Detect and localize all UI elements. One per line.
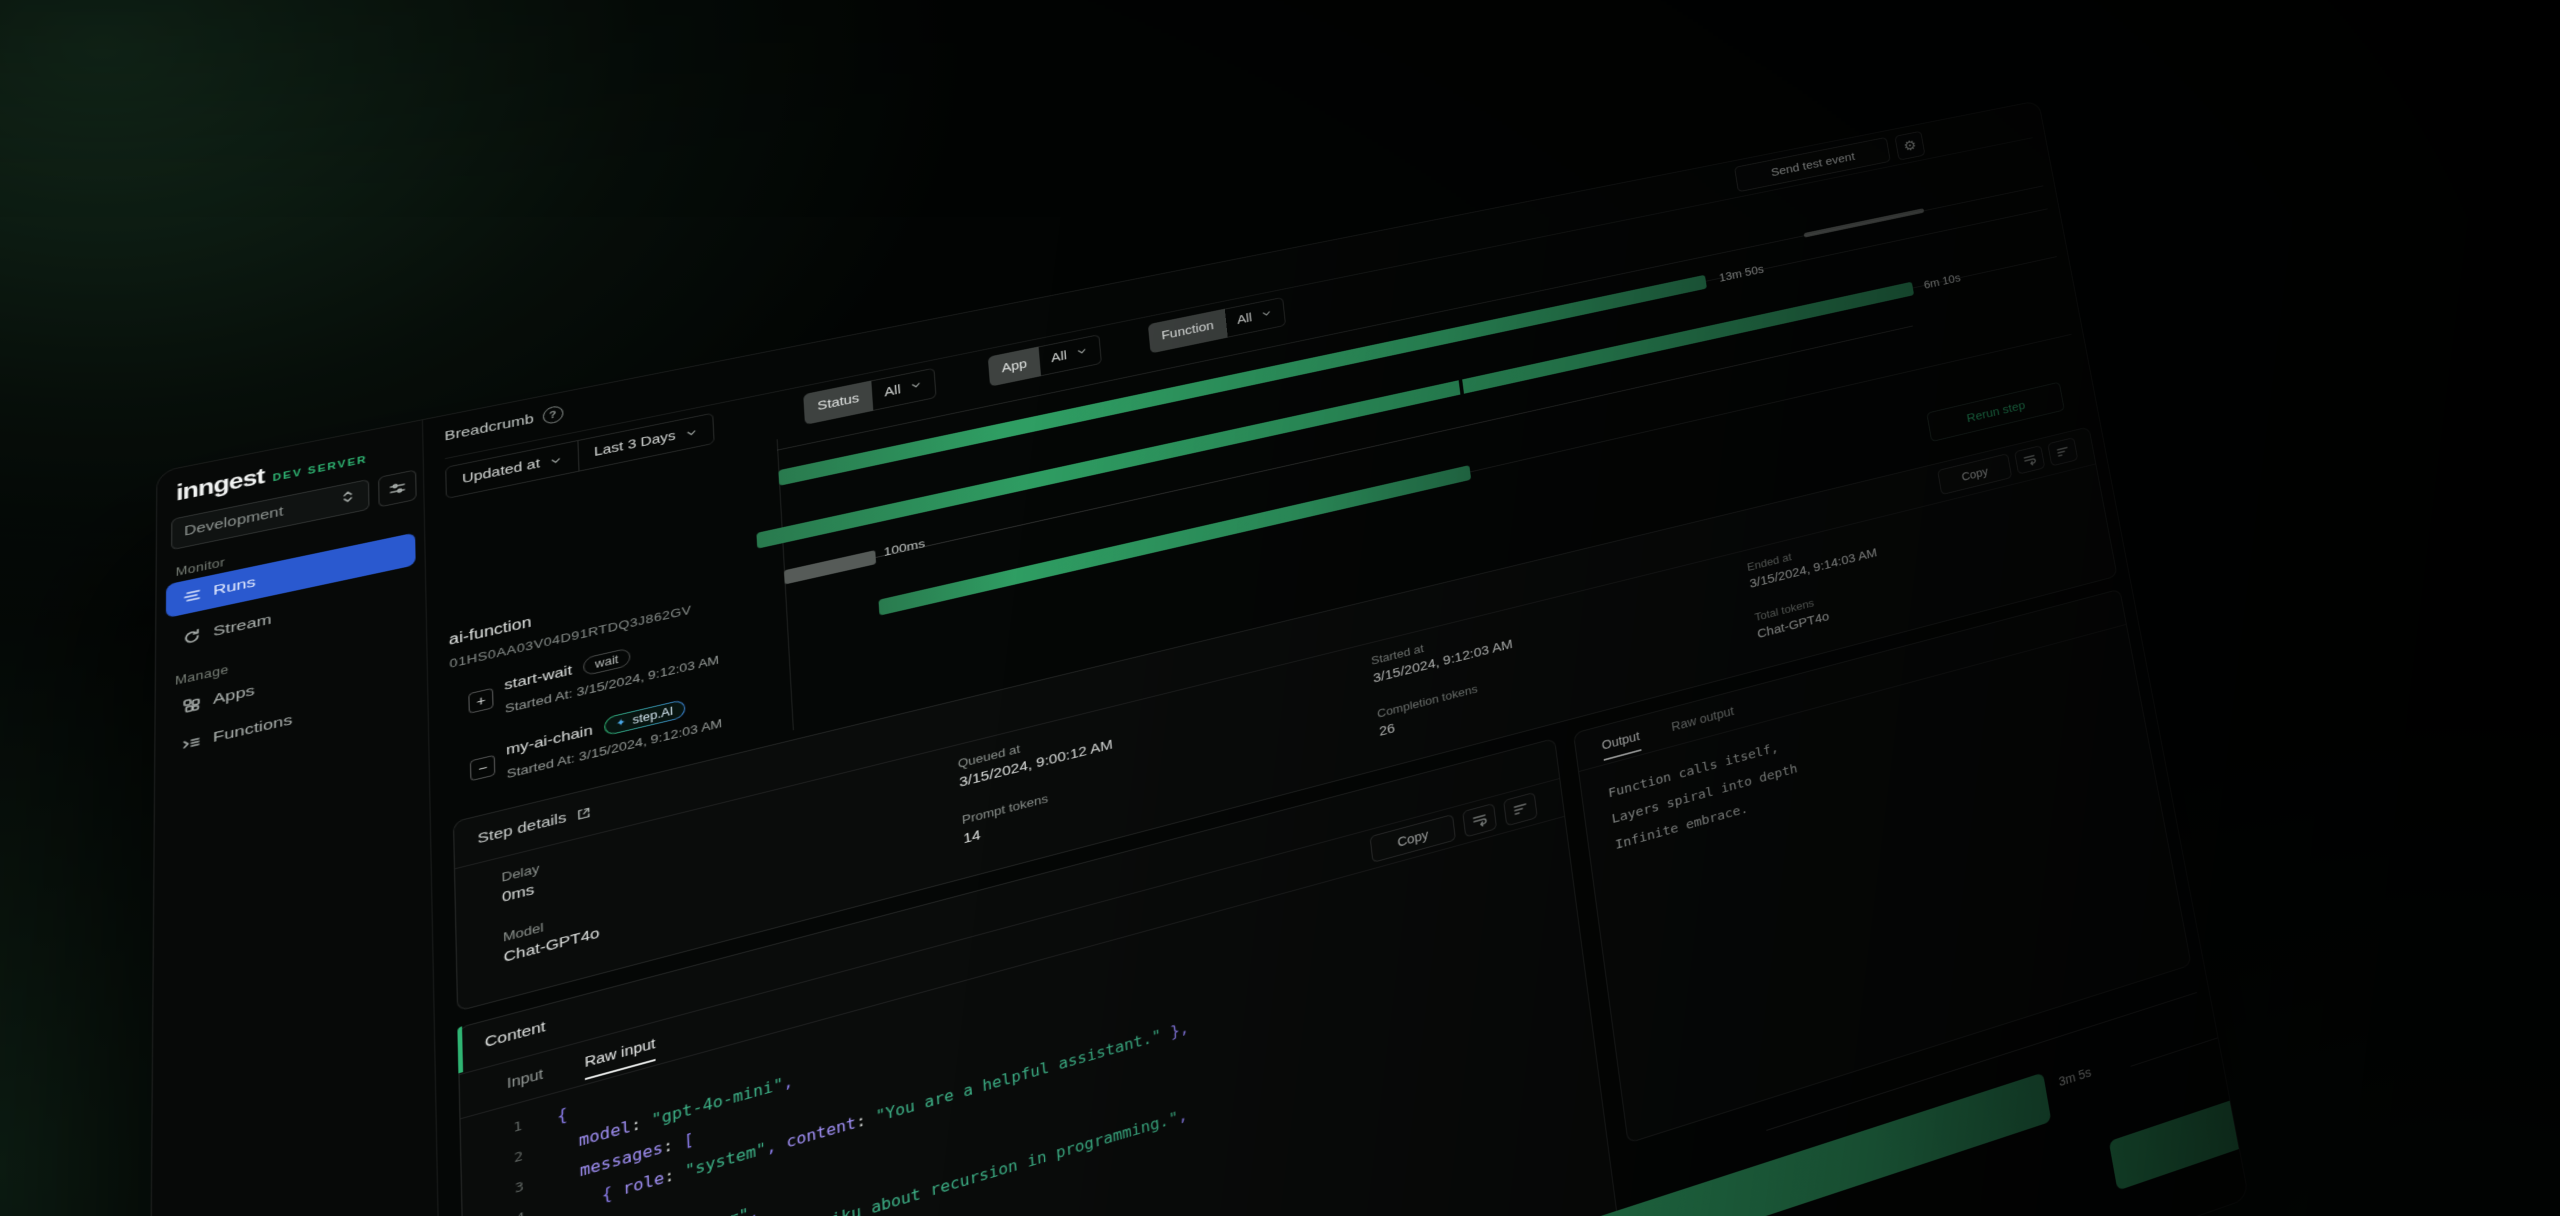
copy-button[interactable]: Copy <box>1370 814 1456 863</box>
filter-label: Function <box>1148 309 1228 354</box>
sparkle-icon: ✦ <box>616 717 627 730</box>
chevron-down-icon <box>909 378 923 395</box>
duration-label: 13m 50s <box>1718 263 1764 284</box>
functions-list-icon <box>182 733 201 753</box>
breadcrumb-label: Breadcrumb <box>444 411 534 444</box>
gear-icon[interactable]: ⚙ <box>1894 131 1925 161</box>
sidebar-item-label: Functions <box>213 712 292 747</box>
dev-server-badge: DEV SERVER <box>272 454 367 484</box>
code-token: : <box>664 1163 685 1187</box>
filter-value-dropdown[interactable]: All <box>1038 334 1101 376</box>
delay-bar[interactable] <box>784 550 876 584</box>
chevron-down-icon <box>684 426 698 440</box>
bar-track <box>2131 979 2250 1067</box>
sort-field-value: Updated at <box>462 457 540 487</box>
filter-value: All <box>1236 311 1252 327</box>
filter-group-app[interactable]: App All <box>988 334 1102 386</box>
filter-value-dropdown[interactable]: All <box>1224 297 1285 338</box>
filter-group-function[interactable]: Function All <box>1148 297 1286 354</box>
content-accent-bar <box>457 1026 463 1073</box>
stream-refresh-icon <box>182 627 201 646</box>
align-lines-icon[interactable] <box>2047 437 2078 466</box>
tilted-scene: inngestDEV SERVER Development MonitorRun… <box>145 100 2249 1216</box>
code-token: , <box>783 1072 794 1092</box>
inngest-logo: inngest <box>176 464 264 505</box>
select-updown-icon <box>339 488 357 510</box>
filter-group-status[interactable]: Status All <box>803 368 937 425</box>
bar-segment-gap <box>1459 379 1465 396</box>
dev-server-window: inngestDEV SERVER Development MonitorRun… <box>145 100 2249 1216</box>
send-test-event-button[interactable]: Send test event <box>1734 137 1891 192</box>
breadcrumb: Breadcrumb ? <box>444 405 563 445</box>
code-token: , <box>748 1202 759 1216</box>
copy-button[interactable]: Copy <box>1937 453 2012 495</box>
code-token: : <box>663 1133 684 1157</box>
duration-label: 3m 5s <box>2058 1065 2093 1089</box>
sliders-icon <box>388 479 406 497</box>
filter-value: All <box>1051 349 1068 365</box>
time-range-dropdown[interactable]: Last 3 Days <box>577 414 713 471</box>
code-token: }, <box>1160 1019 1189 1044</box>
tab-raw-output[interactable]: Raw output <box>1671 704 1736 742</box>
wrap-text-icon[interactable] <box>2014 445 2045 474</box>
code-token: , <box>1177 1106 1188 1126</box>
filter-value: All <box>884 383 901 400</box>
runs-list-icon <box>183 586 202 605</box>
code-token: , <box>766 1134 787 1158</box>
chevron-down-icon <box>548 453 562 467</box>
header-divider <box>445 137 2033 459</box>
collapse-step-button[interactable]: − <box>470 755 495 782</box>
duration-label: 6m 10s <box>1923 271 1961 291</box>
filter-value-dropdown[interactable]: All <box>871 368 936 411</box>
chevron-down-icon <box>1075 344 1089 360</box>
apps-grid-icon <box>182 695 201 714</box>
filter-label: Status <box>803 380 873 424</box>
time-range-value: Last 3 Days <box>594 429 676 460</box>
expand-step-button[interactable]: + <box>468 688 493 714</box>
sort-field-dropdown[interactable]: Updated at <box>446 441 578 498</box>
timeline-bar-4[interactable] <box>2109 1028 2250 1191</box>
sidebar-item-label: Stream <box>213 611 272 640</box>
sidebar-collapse-button[interactable] <box>378 469 417 507</box>
chevron-down-icon <box>1260 307 1273 323</box>
help-circle-icon[interactable]: ? <box>542 405 563 426</box>
content-title: Content <box>485 1018 546 1051</box>
code-token: [ <box>683 1130 694 1151</box>
rerun-step-button[interactable]: Rerun step <box>1926 382 2064 442</box>
code-token: : <box>631 1112 652 1136</box>
filter-label: App <box>988 347 1041 387</box>
main-area: Breadcrumb ? Send test event ⚙ Updated a… <box>422 101 2248 1216</box>
wait-badge: wait <box>583 647 631 676</box>
sidebar-item-label: Apps <box>213 682 255 708</box>
delay-duration-label: 100ms <box>883 537 925 559</box>
code-token: role <box>622 1169 664 1199</box>
code-token: : <box>855 1108 876 1131</box>
timeline-scrollbar-thumb[interactable] <box>1804 208 1925 237</box>
code-token: { <box>557 1105 568 1126</box>
environment-select-value: Development <box>184 504 283 539</box>
stage: inngestDEV SERVER Development MonitorRun… <box>0 0 2560 1216</box>
sidebar-item-label: Runs <box>213 574 255 600</box>
align-lines-icon[interactable] <box>1503 792 1538 826</box>
wrap-text-icon[interactable] <box>1462 803 1497 838</box>
sidebar: inngestDEV SERVER Development MonitorRun… <box>146 420 450 1216</box>
step-details-title: Step details <box>477 803 592 847</box>
external-link-icon[interactable] <box>576 805 592 822</box>
